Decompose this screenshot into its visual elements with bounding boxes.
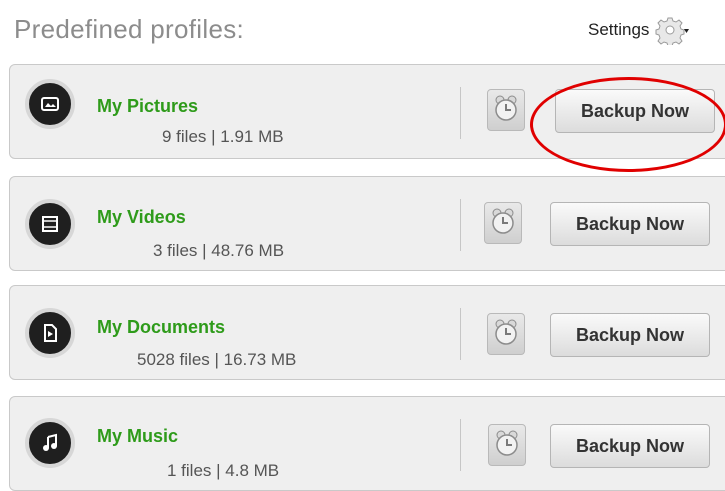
- separator: [460, 199, 461, 251]
- profile-name[interactable]: My Pictures: [97, 96, 198, 117]
- page-title: Predefined profiles:: [14, 14, 245, 44]
- backup-now-button[interactable]: Backup Now: [550, 202, 710, 246]
- profile-name[interactable]: My Videos: [97, 207, 186, 228]
- alarm-clock-icon: [493, 318, 519, 351]
- alarm-clock-icon: [490, 207, 516, 240]
- profile-row-videos: My Videos 3 files | 48.76 MB Backup Now: [9, 176, 725, 271]
- profile-row-music: My Music 1 files | 4.8 MB Backup Now: [9, 396, 725, 491]
- film-icon: [25, 199, 75, 249]
- gear-icon[interactable]: [655, 15, 690, 45]
- profile-stats: 3 files | 48.76 MB: [153, 241, 285, 260]
- profile-row-pictures: My Pictures 9 files | 1.91 MB Backup Now: [9, 64, 725, 159]
- separator: [460, 308, 461, 360]
- schedule-button[interactable]: [484, 202, 522, 244]
- alarm-clock-icon: [494, 429, 520, 462]
- backup-now-button[interactable]: Backup Now: [550, 313, 710, 357]
- profile-stats: 1 files | 4.8 MB: [167, 461, 280, 480]
- profile-stats: 9 files | 1.91 MB: [162, 127, 284, 146]
- document-icon: [25, 308, 75, 358]
- alarm-clock-icon: [493, 94, 519, 127]
- separator: [460, 87, 461, 139]
- backup-now-button[interactable]: Backup Now: [550, 424, 710, 468]
- music-note-icon: [25, 418, 75, 468]
- profile-name[interactable]: My Documents: [97, 317, 225, 338]
- separator: [460, 419, 461, 471]
- schedule-button[interactable]: [487, 89, 525, 131]
- settings-label: Settings: [588, 20, 650, 39]
- backup-now-button[interactable]: Backup Now: [555, 89, 715, 133]
- profile-name[interactable]: My Music: [97, 426, 178, 447]
- profile-row-documents: My Documents 5028 files | 16.73 MB Backu…: [9, 285, 725, 380]
- picture-icon: [25, 79, 75, 129]
- profile-stats: 5028 files | 16.73 MB: [137, 350, 297, 369]
- settings-menu[interactable]: Settings: [588, 15, 690, 45]
- schedule-button[interactable]: [488, 424, 526, 466]
- schedule-button[interactable]: [487, 313, 525, 355]
